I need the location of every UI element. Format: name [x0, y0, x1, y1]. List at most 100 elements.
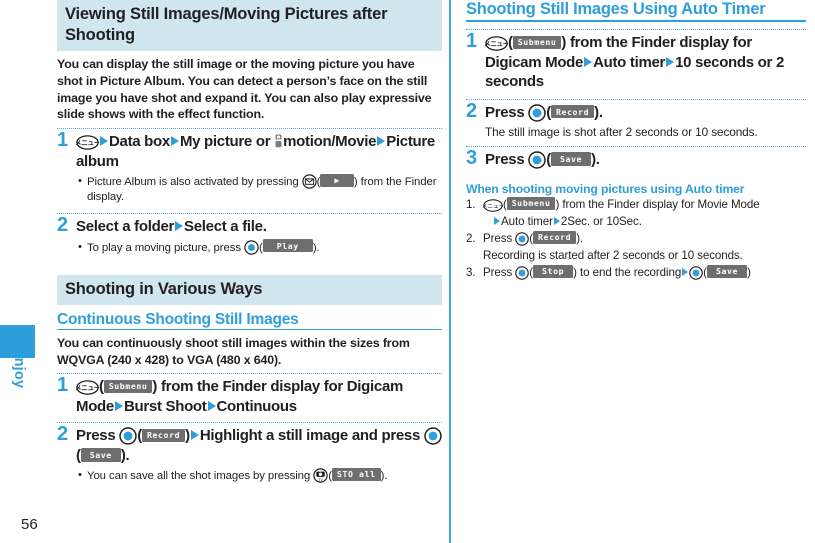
- arrow-separator-icon: [100, 136, 108, 147]
- dotted-rule: [57, 213, 442, 215]
- right-step-1: 1 メニュー (Submenu) from the Finder display…: [466, 30, 784, 90]
- center-key-icon: [528, 103, 546, 122]
- dotted-rule: [57, 128, 442, 130]
- step-part-1: Auto timer: [593, 53, 666, 71]
- softkey-play-arrow: ▶: [320, 173, 354, 187]
- step-2-bullet: • To play a moving picture, press (Play).: [78, 239, 320, 255]
- arrow-separator-icon: [190, 430, 199, 441]
- step-1: 1 メニュー Data box My picture or motion/Movi…: [57, 130, 442, 171]
- step-number: 1: [466, 30, 477, 52]
- sidebar: Enjoy 56: [0, 0, 46, 543]
- section2-step-2: 2 Press (Record) Highlight a still image …: [57, 423, 442, 465]
- right-column-heading: Shooting Still Images Using Auto Timer: [466, 0, 806, 22]
- center-key-icon: [424, 427, 442, 446]
- step-lead-text: Press: [76, 427, 116, 445]
- softkey-record: Record: [533, 230, 577, 245]
- section2-intro: You can continuously shoot still images …: [57, 335, 410, 367]
- column-divider: [449, 0, 451, 543]
- menu-key-icon: メニュー: [76, 380, 99, 396]
- note-item-text: ) from the Finder display for Movie Mode: [555, 198, 760, 212]
- arrow-separator-icon: [377, 136, 386, 147]
- softkey-record: Record: [141, 428, 186, 443]
- step-1-part-1: Data box: [109, 133, 170, 151]
- step-number: 2: [57, 423, 68, 446]
- note-cont-part-1: Auto timer: [501, 214, 553, 228]
- center-key-icon: [515, 232, 530, 247]
- right-step-2: 2 Press (Record).: [466, 99, 603, 122]
- left-column: Viewing Still Images/Moving Pictures aft…: [57, 0, 442, 484]
- step-1-part-2: My picture or: [179, 133, 271, 151]
- arrow-separator-icon: [584, 56, 593, 67]
- note-item-mid: ) to end the recording: [573, 266, 682, 280]
- manual-page: Enjoy 56 Viewing Still Images/Moving Pic…: [0, 0, 815, 543]
- right-step-2-note: The still image is shot after 2 seconds …: [485, 125, 758, 139]
- softkey-submenu: Submenu: [512, 35, 562, 49]
- center-key-icon: [244, 240, 259, 255]
- step-number: 1: [57, 374, 68, 397]
- dotted-rule: [466, 98, 806, 100]
- note-item-1: 1. メニュー (Submenu) from the Finder displa…: [466, 196, 806, 230]
- right-column: Shooting Still Images Using Auto Timer 1…: [466, 0, 806, 282]
- step-lead-text: Press: [485, 150, 525, 168]
- section-tab-label: Enjoy: [11, 347, 27, 389]
- section-heading-shooting-ways: Shooting in Various Ways: [57, 274, 442, 305]
- step-2-part-1: Select a folder: [76, 218, 175, 236]
- right-step-3: 3 Press (Save).: [466, 146, 600, 169]
- bullet-dot: •: [78, 469, 82, 482]
- step-1-part-3: motion/Movie: [283, 133, 377, 151]
- center-key-icon: [119, 427, 137, 446]
- softkey-record: Record: [550, 105, 595, 119]
- arrow-separator-icon: [170, 136, 179, 147]
- note-block-title: When shooting moving pictures using Auto…: [466, 182, 745, 197]
- step-tail-text: ).: [591, 150, 600, 168]
- center-key-icon: [689, 266, 703, 281]
- svg-text:メニュー: メニュー: [483, 203, 503, 210]
- bullet-dot: •: [78, 240, 82, 253]
- step-number: 2: [57, 214, 68, 237]
- step-mid-text: Highlight a still image and press: [199, 427, 420, 445]
- arrow-separator-icon: [114, 400, 123, 411]
- step-part-2: Continuous: [216, 397, 298, 415]
- section2-step-1: 1 メニュー (Submenu) from the Finder display…: [57, 374, 404, 415]
- mail-key-icon: [301, 174, 317, 189]
- bullet-lead-text: To play a moving picture, press: [87, 241, 241, 254]
- menu-key-icon: メニュー: [76, 135, 99, 150]
- softkey-submenu: Submenu: [103, 379, 153, 394]
- bullet-tail-text: ).: [312, 241, 320, 254]
- step-2: 2 Select a folder Select a file.: [57, 214, 442, 237]
- step-tail-text: ).: [120, 446, 130, 464]
- arrow-separator-icon: [207, 400, 216, 411]
- svg-text:メニュー: メニュー: [76, 385, 99, 393]
- softkey-sto-all: STO all: [331, 467, 381, 482]
- note-block-list: 1. メニュー (Submenu) from the Finder displa…: [466, 196, 806, 281]
- section2-step-2-bullet: • You can save all the shot images by pre…: [78, 467, 388, 484]
- softkey-stop: Stop: [533, 264, 574, 278]
- subsection-heading-continuous-shooting: Continuous Shooting Still Images: [57, 311, 442, 330]
- note-item-2: 2. Press (Record). Recording is started …: [466, 230, 806, 264]
- step-2-part-2: Select a file.: [184, 218, 267, 236]
- svg-text:メニュー: メニュー: [485, 40, 508, 48]
- note-item-tail: ).: [576, 232, 584, 246]
- dotted-rule: [57, 373, 442, 375]
- arrow-separator-icon: [666, 56, 675, 67]
- softkey-save: Save: [550, 152, 592, 166]
- arrow-separator-icon: [682, 268, 689, 277]
- bullet-dot: •: [78, 175, 82, 188]
- dotted-rule: [57, 422, 442, 424]
- note-item-index: 2.: [466, 232, 476, 246]
- menu-key-icon: メニュー: [485, 36, 508, 51]
- menu-key-icon: メニュー: [483, 199, 503, 213]
- camera-tv-key-icon: TV: [313, 468, 328, 484]
- note-item-index: 3.: [466, 266, 476, 280]
- softkey-submenu: Submenu: [506, 196, 556, 211]
- note-block: When shooting moving pictures using Auto…: [466, 182, 806, 281]
- step-tail-text: ).: [594, 103, 603, 121]
- step-lead-text: Press: [485, 103, 525, 121]
- bullet-lead-text: Picture Album is also activated by press…: [87, 176, 299, 189]
- arrow-separator-icon: [494, 216, 500, 225]
- page-title: Viewing Still Images/Moving Pictures aft…: [57, 0, 442, 52]
- step-part-1: Burst Shoot: [123, 397, 207, 415]
- note-cont-part-2: 2Sec. or 10Sec.: [560, 214, 642, 228]
- svg-text:TV: TV: [317, 478, 323, 482]
- center-key-icon: [515, 266, 530, 281]
